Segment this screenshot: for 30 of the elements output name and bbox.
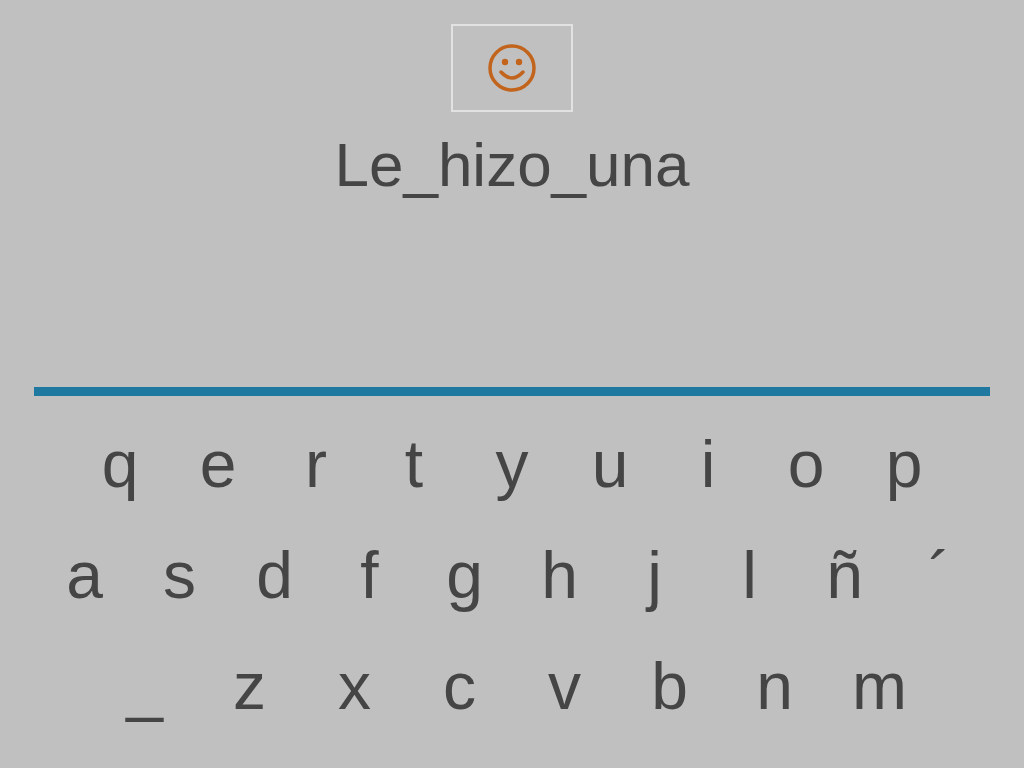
- smiley-icon: [487, 43, 537, 93]
- letter-key[interactable]: z: [197, 640, 302, 731]
- letter-key[interactable]: l: [702, 529, 797, 620]
- letter-key[interactable]: q: [71, 418, 169, 509]
- letter-key[interactable]: x: [302, 640, 407, 731]
- letter-key[interactable]: e: [169, 418, 267, 509]
- letter-key[interactable]: m: [827, 640, 932, 731]
- letter-key[interactable]: t: [365, 418, 463, 509]
- letter-key[interactable]: o: [757, 418, 855, 509]
- letter-key[interactable]: b: [617, 640, 722, 731]
- letter-key[interactable]: g: [417, 529, 512, 620]
- letter-key[interactable]: n: [722, 640, 827, 731]
- letter-key[interactable]: u: [561, 418, 659, 509]
- letter-key[interactable]: v: [512, 640, 617, 731]
- letter-key[interactable]: d: [227, 529, 322, 620]
- letter-key[interactable]: _: [92, 640, 197, 731]
- letter-key[interactable]: p: [855, 418, 953, 509]
- answer-text: Le_hizo_una: [334, 134, 690, 196]
- letter-key[interactable]: r: [267, 418, 365, 509]
- letter-key[interactable]: f: [322, 529, 417, 620]
- letter-key[interactable]: a: [37, 529, 132, 620]
- letter-key[interactable]: ñ: [797, 529, 892, 620]
- letter-key[interactable]: s: [132, 529, 227, 620]
- letter-key[interactable]: j: [607, 529, 702, 620]
- hint-button[interactable]: [451, 24, 573, 112]
- letter-key[interactable]: ´: [892, 529, 987, 620]
- letter-key[interactable]: h: [512, 529, 607, 620]
- letter-key[interactable]: c: [407, 640, 512, 731]
- letter-key[interactable]: y: [463, 418, 561, 509]
- letter-key[interactable]: i: [659, 418, 757, 509]
